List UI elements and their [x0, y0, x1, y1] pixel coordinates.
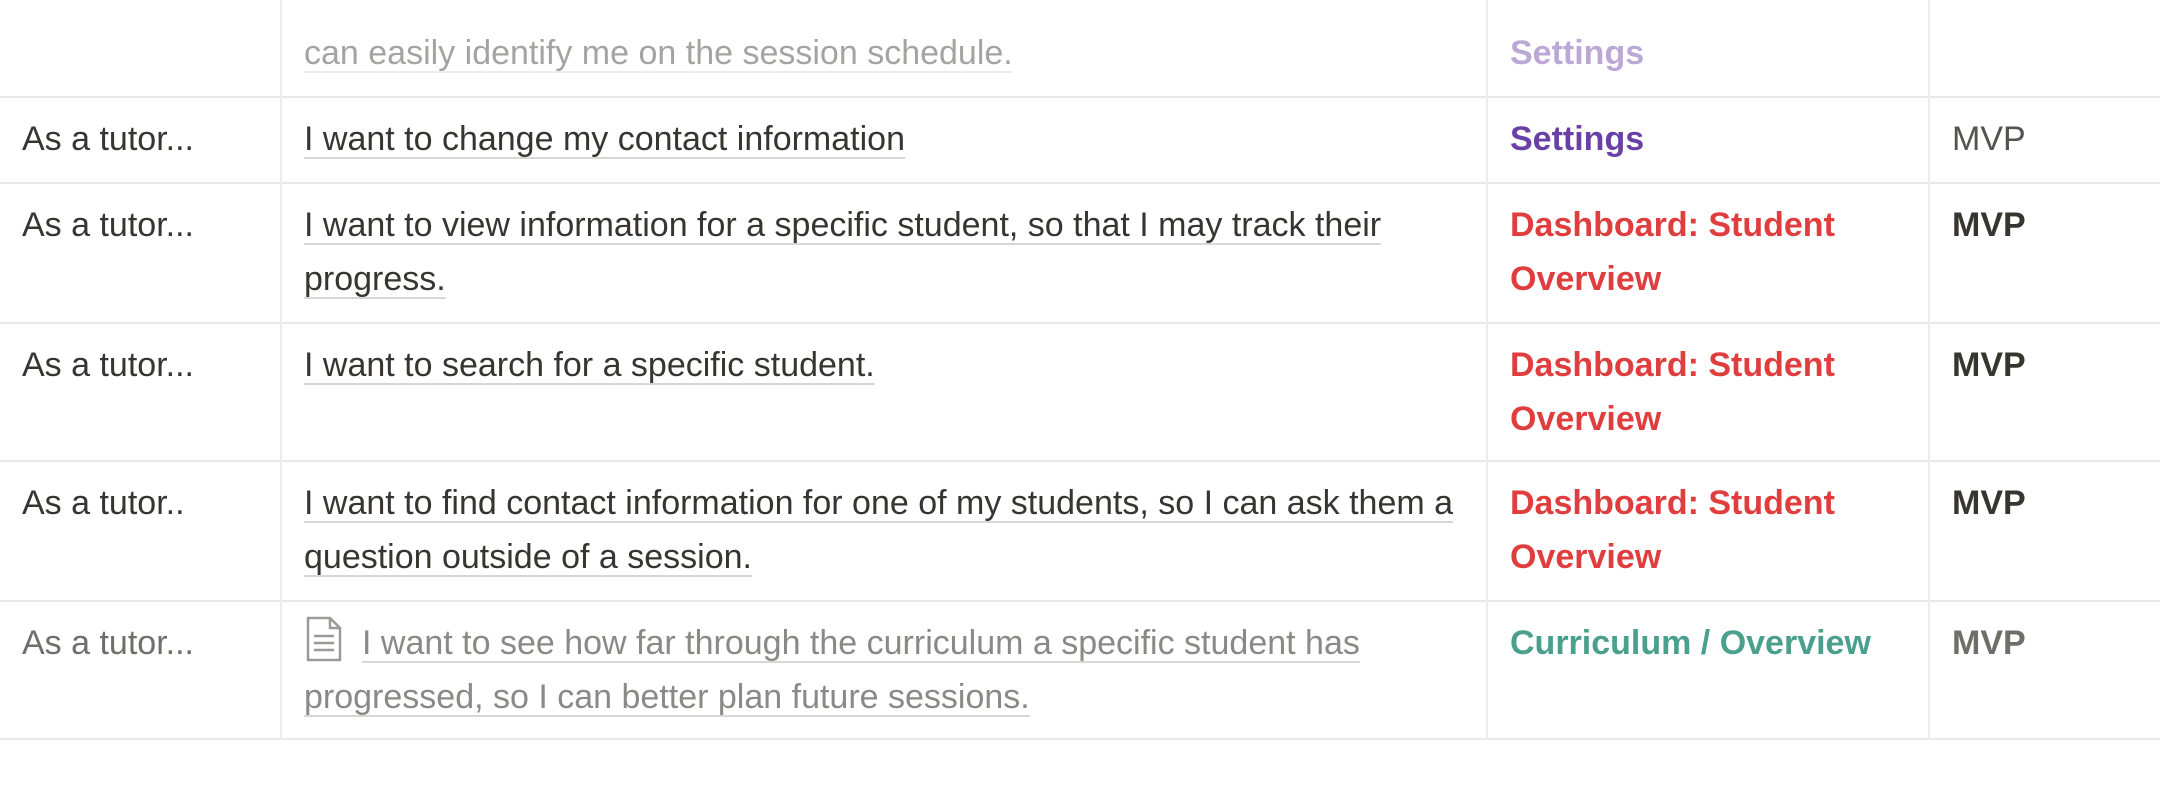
feature-cell[interactable]: Dashboard: Student Overview — [1486, 182, 1928, 322]
story-text[interactable]: I want to search for a specific student. — [304, 346, 875, 384]
table-row[interactable]: As a tutor.. I want to find contact info… — [0, 460, 2160, 602]
feature-cell[interactable]: Settings — [1486, 96, 1928, 182]
priority-cell[interactable]: MVP — [1928, 182, 2160, 322]
page-icon-glyph — [306, 616, 342, 662]
table-row[interactable]: As a tutor... I want to change my contac… — [0, 96, 2160, 184]
feature-cell[interactable]: Curriculum / Overview — [1486, 600, 1928, 738]
story-text[interactable]: I want to change my contact information — [304, 120, 905, 158]
story-cell[interactable]: I want to view information for a specifi… — [280, 182, 1486, 322]
story-text[interactable]: I want to view information for a specifi… — [304, 206, 1381, 298]
story-cell[interactable]: can easily identify me on the session sc… — [280, 0, 1486, 96]
persona-cell[interactable] — [0, 0, 280, 96]
priority-text: MVP — [1952, 206, 2026, 244]
story-text[interactable]: can easily identify me on the session sc… — [304, 34, 1013, 72]
feature-tag: Dashboard: Student Overview — [1510, 346, 1835, 438]
persona-cell[interactable]: As a tutor... — [0, 96, 280, 182]
feature-cell[interactable]: Dashboard: Student Overview — [1486, 460, 1928, 600]
persona-cell[interactable]: As a tutor... — [0, 322, 280, 460]
persona-text: As a tutor... — [22, 120, 194, 158]
story-cell[interactable]: I want to search for a specific student. — [280, 322, 1486, 460]
priority-cell[interactable]: MVP — [1928, 96, 2160, 182]
feature-tag: Curriculum / Overview — [1510, 624, 1871, 662]
priority-text: MVP — [1952, 346, 2026, 384]
feature-cell[interactable]: Settings — [1486, 0, 1928, 96]
table-row[interactable]: As a tutor... I want to view information… — [0, 182, 2160, 324]
story-text[interactable]: I want to see how far through the curric… — [304, 624, 1360, 716]
story-text[interactable]: I want to find contact information for o… — [304, 484, 1453, 576]
story-cell[interactable]: I want to see how far through the curric… — [280, 600, 1486, 738]
priority-cell[interactable]: MVP — [1928, 460, 2160, 600]
priority-cell[interactable] — [1928, 0, 2160, 96]
feature-tag: Dashboard: Student Overview — [1510, 484, 1835, 576]
priority-cell[interactable]: MVP — [1928, 600, 2160, 738]
priority-text: MVP — [1952, 120, 2026, 158]
story-cell[interactable]: I want to find contact information for o… — [280, 460, 1486, 600]
priority-text: MVP — [1952, 484, 2026, 522]
persona-cell[interactable]: As a tutor.. — [0, 460, 280, 600]
table-row[interactable]: can easily identify me on the session sc… — [0, 0, 2160, 98]
table-row[interactable]: As a tutor... I want to see how far thro… — [0, 600, 2160, 740]
priority-text: MVP — [1952, 624, 2026, 662]
persona-text: As a tutor... — [22, 206, 194, 244]
feature-tag: Dashboard: Student Overview — [1510, 206, 1835, 298]
feature-cell[interactable]: Dashboard: Student Overview — [1486, 322, 1928, 460]
persona-text: As a tutor.. — [22, 484, 185, 522]
page-icon[interactable] — [304, 616, 344, 662]
story-cell[interactable]: I want to change my contact information — [280, 96, 1486, 182]
feature-tag: Settings — [1510, 120, 1645, 158]
persona-text: As a tutor... — [22, 624, 194, 662]
persona-cell[interactable]: As a tutor... — [0, 600, 280, 738]
feature-tag: Settings — [1510, 34, 1645, 72]
persona-text: As a tutor... — [22, 346, 194, 384]
table-row[interactable]: As a tutor... I want to search for a spe… — [0, 322, 2160, 462]
priority-cell[interactable]: MVP — [1928, 322, 2160, 460]
persona-cell[interactable]: As a tutor... — [0, 182, 280, 322]
